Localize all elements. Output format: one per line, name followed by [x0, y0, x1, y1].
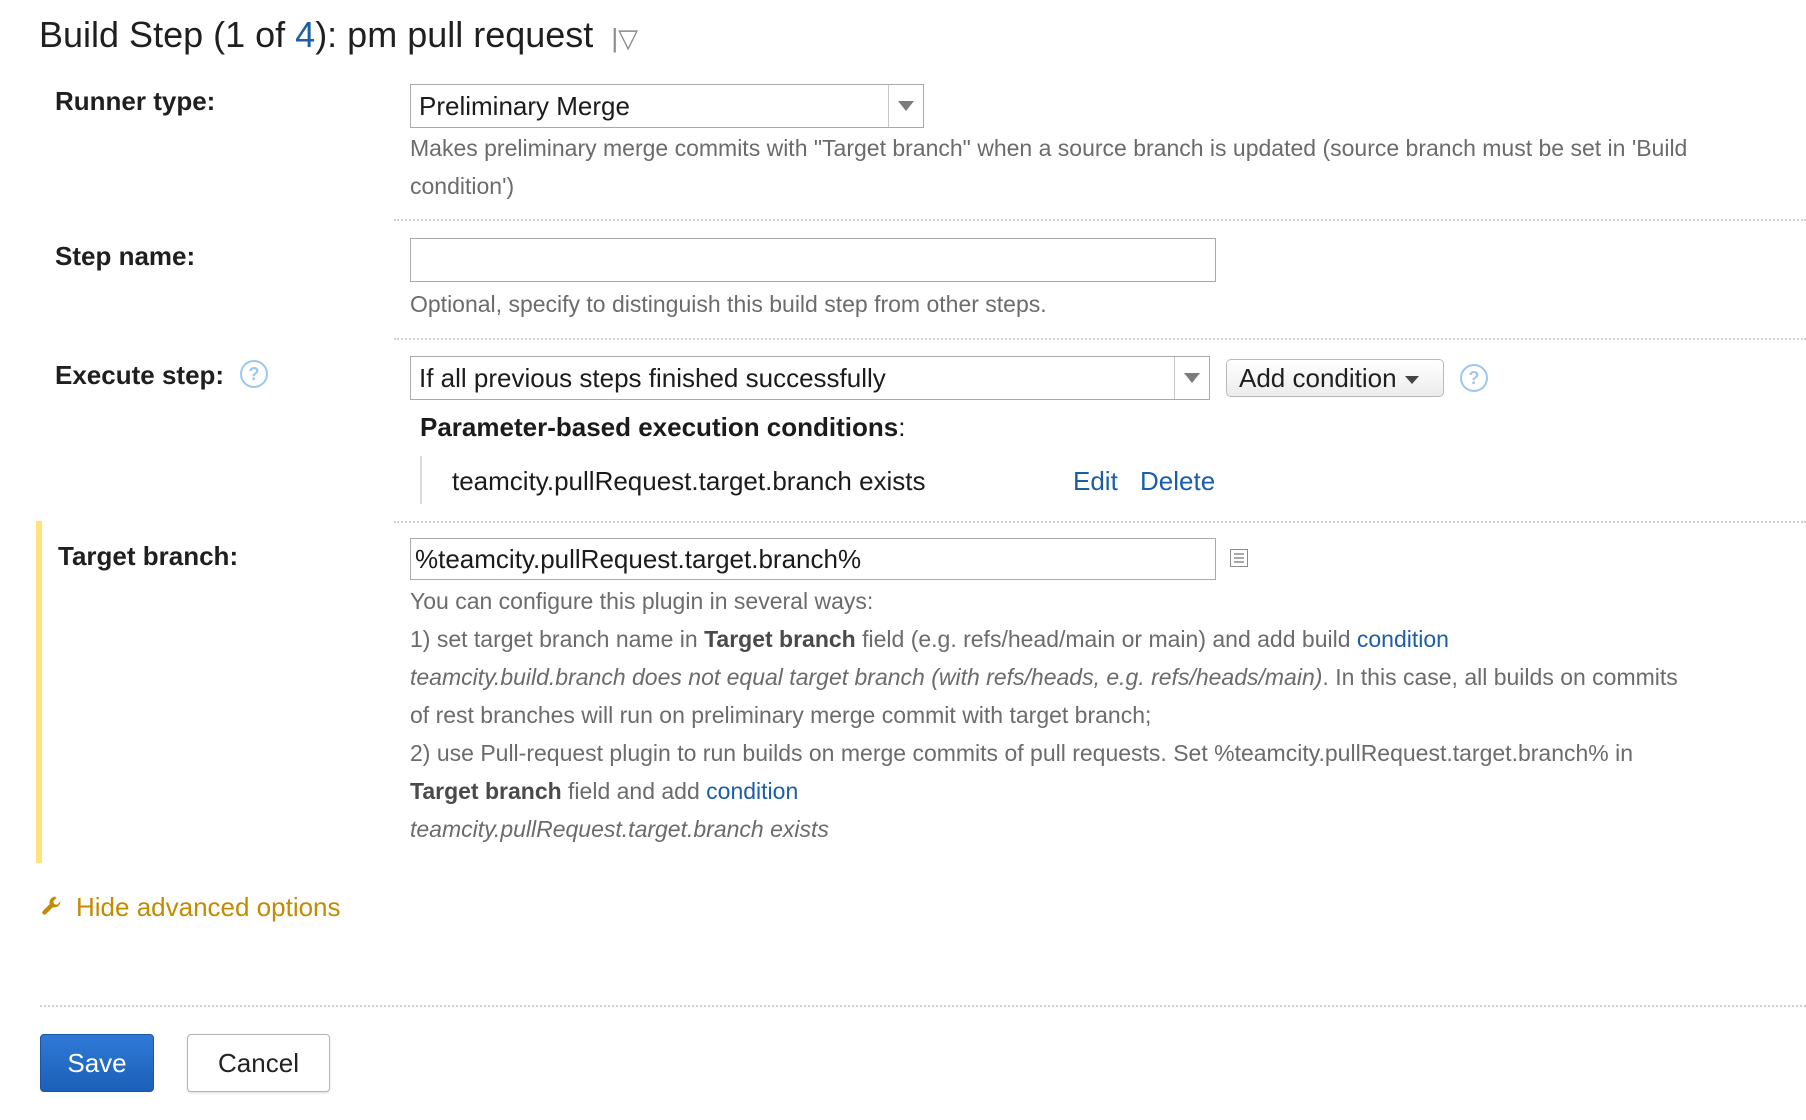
param-conditions-colon: : [898, 412, 906, 442]
runner-type-description: Makes preliminary merge commits with "Ta… [410, 135, 1688, 199]
help-intro: You can configure this plugin in several… [410, 588, 874, 614]
help-way-2: 2) use Pull-request plugin to run builds… [410, 740, 1634, 842]
add-condition-label: Add condition [1239, 363, 1397, 393]
target-branch-input[interactable]: %teamcity.pullRequest.target.branch% [410, 538, 1216, 580]
hide-advanced-options-link[interactable]: Hide advanced options [76, 892, 341, 923]
divider [394, 521, 1806, 523]
divider [394, 338, 1806, 340]
target-branch-value: %teamcity.pullRequest.target.branch% [415, 544, 862, 574]
dropdown-arrow-icon [888, 85, 923, 127]
runner-type-label: Runner type: [55, 86, 216, 116]
wrench-icon[interactable] [40, 894, 64, 918]
target-branch-label: Target branch: [58, 541, 239, 571]
page-title: Build Step (1 of 4): pm pull request |▽ [39, 14, 638, 56]
divider [394, 219, 1806, 221]
target-branch-help: You can configure this plugin in several… [410, 582, 1690, 848]
help-way-1: 1) set target branch name in Target bran… [410, 626, 1678, 728]
title-prefix: Build Step (1 of [39, 14, 296, 55]
add-condition-button[interactable]: Add condition [1226, 359, 1444, 397]
dropdown-arrow-icon [1174, 357, 1209, 399]
add-condition-help-icon[interactable]: ? [1460, 364, 1488, 392]
highlight-bar [36, 521, 42, 863]
execute-step-select[interactable]: If all previous steps finished successfu… [410, 356, 1210, 400]
title-suffix: ): pm pull request [315, 14, 594, 55]
delete-condition-link[interactable]: Delete [1140, 466, 1215, 497]
step-name-label: Step name: [55, 241, 196, 271]
condition-text: teamcity.pullRequest.target.branch exist… [452, 466, 926, 496]
execute-step-value: If all previous steps finished successfu… [419, 363, 886, 393]
execute-step-help-icon[interactable]: ? [240, 360, 268, 388]
steps-count-link[interactable]: 4 [295, 14, 315, 55]
edit-condition-link[interactable]: Edit [1073, 466, 1118, 497]
execute-step-label: Execute step: [55, 360, 225, 390]
condition-link-1[interactable]: condition [1357, 626, 1449, 652]
condition-bar [420, 456, 422, 504]
save-button[interactable]: Save [40, 1034, 154, 1092]
step-name-input[interactable] [410, 238, 1216, 282]
step-name-hint: Optional, specify to distinguish this bu… [410, 291, 1047, 317]
runner-type-value: Preliminary Merge [419, 91, 630, 121]
cancel-button[interactable]: Cancel [187, 1034, 330, 1092]
param-conditions-heading-text: Parameter-based execution conditions [420, 412, 899, 442]
param-conditions-heading: Parameter-based execution conditions: [420, 412, 905, 443]
divider [40, 1005, 1806, 1007]
runner-type-select[interactable]: Preliminary Merge [410, 84, 924, 128]
condition-link-2[interactable]: condition [706, 778, 798, 804]
parameters-list-icon[interactable] [1230, 549, 1248, 567]
title-menu-icon[interactable]: |▽ [611, 23, 638, 53]
caret-down-icon [1404, 376, 1419, 385]
